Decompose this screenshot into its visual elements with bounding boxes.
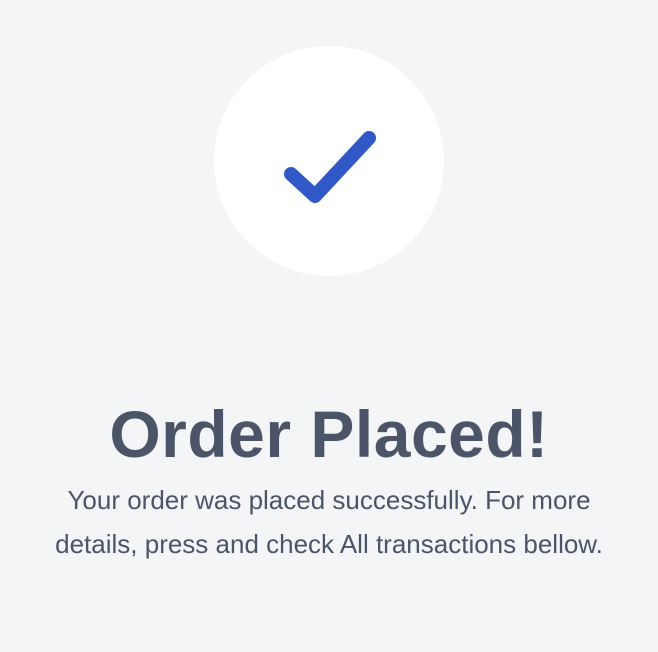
- success-message: Your order was placed successfully. For …: [55, 485, 603, 559]
- success-icon-circle: [214, 46, 444, 276]
- checkmark-icon: [284, 131, 376, 203]
- page-title: Order Placed!: [109, 397, 549, 472]
- order-success-screen: Order Placed! Your order was placed succ…: [0, 0, 658, 652]
